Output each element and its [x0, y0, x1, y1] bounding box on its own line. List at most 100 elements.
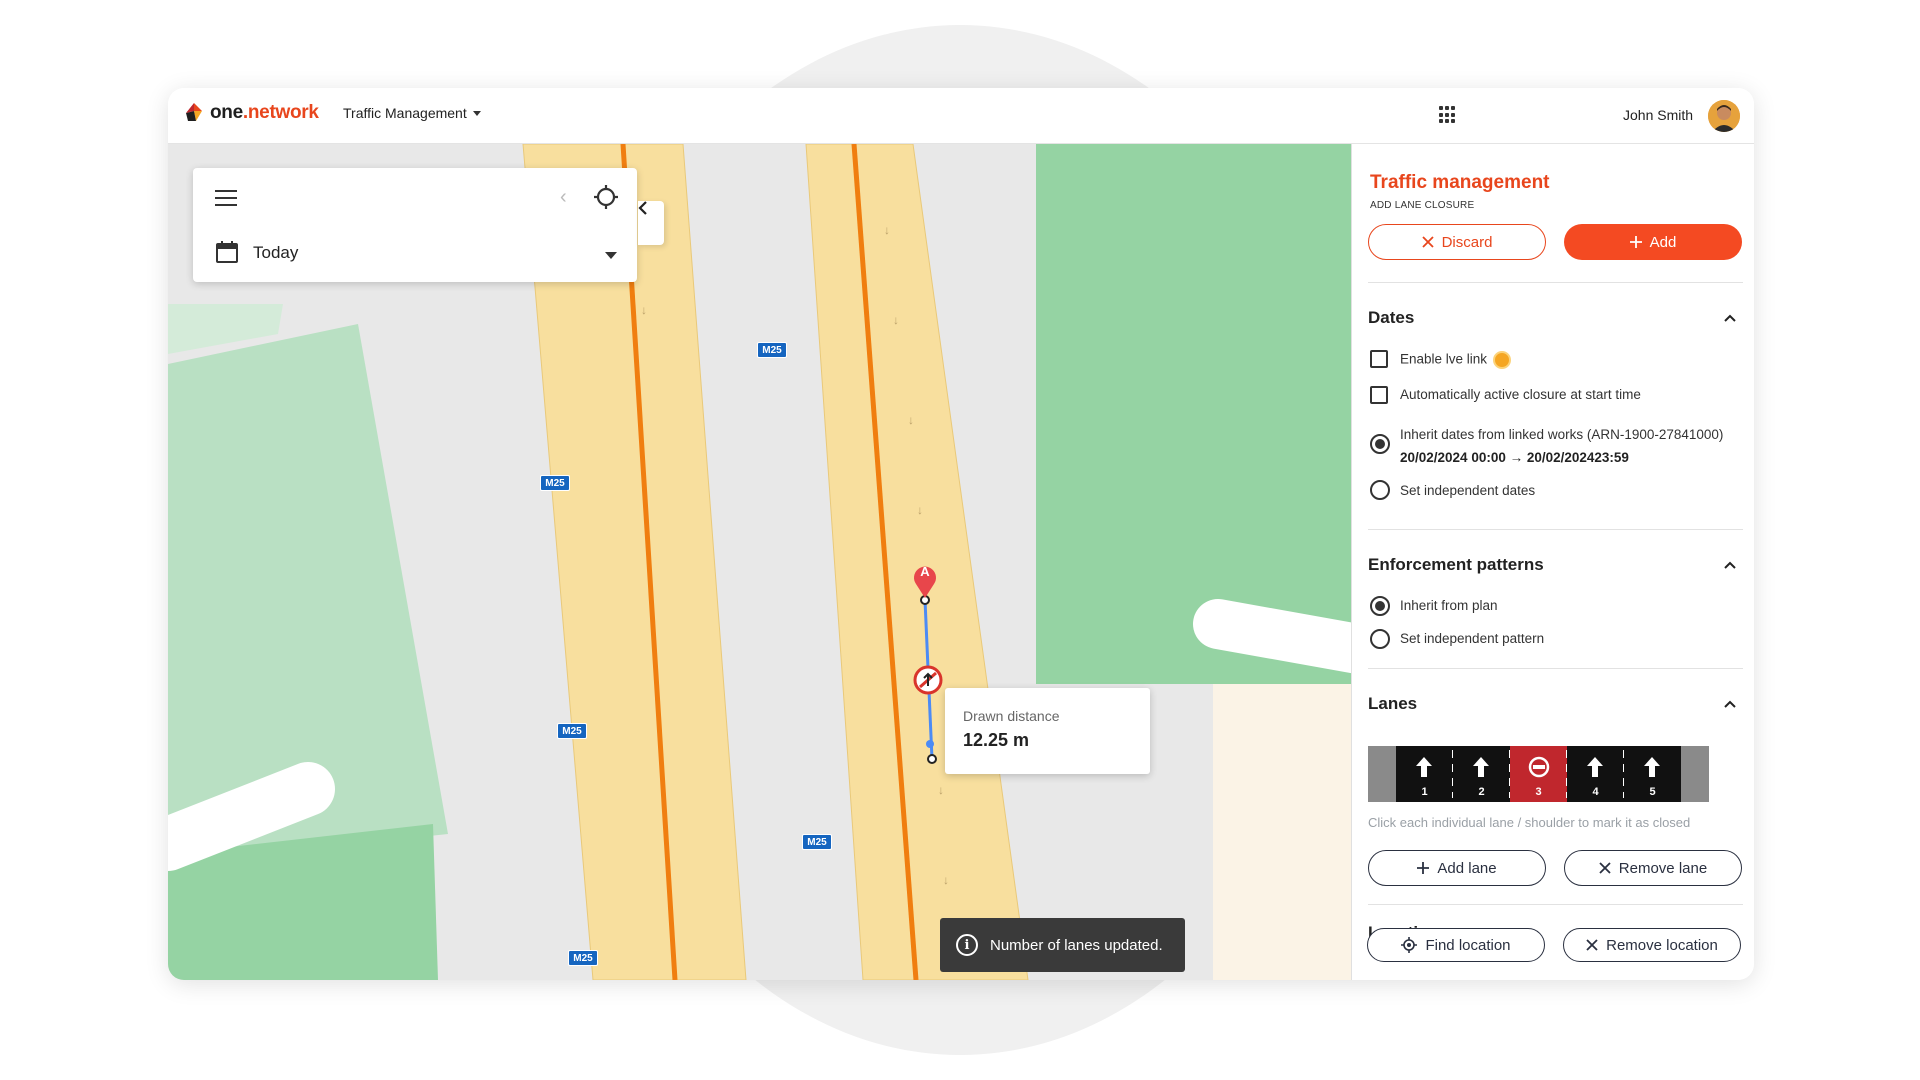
independent-pattern-label: Set independent pattern	[1400, 631, 1545, 646]
chevron-left-icon[interactable]: ‹	[560, 186, 567, 209]
road-shield-m25: M25	[802, 834, 832, 850]
drawn-distance-card: Drawn distance 12.25 m	[945, 688, 1150, 774]
chevron-up-icon[interactable]	[1724, 559, 1736, 571]
road-shield-m25: M25	[568, 950, 598, 966]
lanes-hint: Click each individual lane / shoulder to…	[1368, 815, 1691, 830]
lane-number: 4	[1592, 786, 1599, 798]
add-button[interactable]: Add	[1564, 224, 1742, 260]
user-name[interactable]: John Smith	[1623, 107, 1693, 123]
svg-text:↓: ↓	[641, 303, 647, 317]
distance-label: Drawn distance	[963, 708, 1060, 724]
logo[interactable]: one.network	[182, 101, 319, 125]
auto-activate-checkbox[interactable]	[1370, 386, 1388, 404]
enable-live-link-text: Enable lve link	[1400, 351, 1488, 367]
coin-icon	[1493, 351, 1512, 369]
road-shield-m25: M25	[540, 475, 570, 491]
marker-a-label[interactable]: A	[916, 564, 934, 579]
remove-lane-button[interactable]: Remove lane	[1564, 850, 1742, 886]
close-icon	[1599, 862, 1611, 874]
independent-dates-radio[interactable]	[1370, 480, 1390, 500]
logo-mark-icon	[182, 101, 206, 125]
enable-live-link-checkbox[interactable]	[1370, 350, 1388, 368]
app-window: one.network Traffic Management John Smit…	[168, 88, 1754, 980]
lane-2[interactable]: 2	[1453, 746, 1511, 802]
lane-number: 3	[1535, 786, 1542, 798]
app-switcher[interactable]: Traffic Management	[343, 105, 481, 121]
remove-location-button[interactable]: Remove location	[1563, 928, 1741, 962]
find-location-label: Find location	[1425, 936, 1511, 954]
toast-notification: i Number of lanes updated.	[940, 918, 1185, 972]
calendar-icon[interactable]	[215, 240, 239, 264]
inherit-dates-range: 20/02/2024 00:00 → 20/02/202423:59	[1400, 450, 1629, 465]
find-location-button[interactable]: Find location	[1367, 928, 1545, 962]
arrow-up-icon	[1644, 757, 1660, 777]
svg-text:↓: ↓	[893, 313, 899, 327]
map-view[interactable]: ↓ ↓ ↓ ↓ ↓ ↓ ↓ M25 M25 M25 M25 M25 A ‹ To…	[168, 144, 1351, 980]
road-shield-m25: M25	[557, 723, 587, 739]
side-panel: Traffic management ADD LANE CLOSURE Disc…	[1351, 144, 1754, 980]
close-icon	[1586, 939, 1598, 951]
plus-icon	[1417, 862, 1430, 874]
remove-location-label: Remove location	[1606, 936, 1718, 954]
toast-message: Number of lanes updated.	[990, 936, 1163, 954]
add-lane-button[interactable]: Add lane	[1368, 850, 1546, 886]
left-shoulder[interactable]	[1368, 746, 1396, 802]
map-filter-panel: ‹ Today	[193, 168, 637, 282]
divider	[1368, 529, 1743, 530]
enforcement-heading: Enforcement patterns	[1368, 555, 1544, 574]
app-switcher-label: Traffic Management	[343, 105, 467, 121]
caret-down-icon	[472, 110, 481, 116]
no-entry-icon	[1528, 756, 1550, 778]
independent-dates-label: Set independent dates	[1400, 483, 1536, 498]
chevron-left-icon	[638, 201, 647, 215]
crosshair-icon[interactable]	[593, 184, 619, 210]
logo-text-one: one	[210, 102, 243, 123]
distance-value: 12.25 m	[963, 730, 1030, 750]
add-label: Add	[1649, 233, 1677, 251]
divider	[1368, 282, 1743, 283]
avatar[interactable]	[1708, 100, 1740, 132]
arrow-up-icon	[1416, 757, 1432, 777]
inherit-dates-radio[interactable]	[1370, 434, 1390, 454]
inherit-dates-label: Inherit dates from linked works (ARN-190…	[1400, 427, 1724, 442]
svg-text:↓: ↓	[917, 503, 923, 517]
collapse-panel-button[interactable]	[638, 201, 664, 245]
lane-3[interactable]: 3	[1510, 746, 1568, 802]
caret-down-icon[interactable]	[605, 252, 617, 259]
menu-icon[interactable]	[215, 190, 237, 206]
add-lane-label: Add lane	[1437, 859, 1497, 877]
logo-text-network: .network	[242, 102, 319, 123]
panel-subtitle: ADD LANE CLOSURE	[1370, 200, 1475, 211]
inherit-plan-radio[interactable]	[1370, 596, 1390, 616]
chevron-up-icon[interactable]	[1724, 698, 1736, 710]
discard-button[interactable]: Discard	[1368, 224, 1546, 260]
panel-title: Traffic management	[1370, 172, 1550, 193]
divider	[1368, 904, 1743, 905]
top-bar: one.network Traffic Management John Smit…	[168, 88, 1754, 144]
svg-text:↓: ↓	[938, 783, 944, 797]
lane-number: 5	[1649, 786, 1656, 798]
divider	[1368, 668, 1743, 669]
auto-activate-label: Automatically active closure at start ti…	[1400, 387, 1641, 402]
lanes-heading: Lanes	[1368, 694, 1418, 713]
lane-5[interactable]: 5	[1624, 746, 1681, 802]
logo-text: one.network	[210, 102, 319, 124]
dates-heading: Dates	[1368, 308, 1415, 327]
right-shoulder[interactable]	[1681, 746, 1709, 802]
apps-grid-icon[interactable]	[1439, 106, 1457, 124]
lane-diagram: 1 2 3 4 5	[1368, 746, 1713, 802]
road-shield-m25: M25	[757, 342, 787, 358]
chevron-up-icon[interactable]	[1724, 312, 1736, 324]
lane-4[interactable]: 4	[1567, 746, 1625, 802]
discard-label: Discard	[1441, 233, 1493, 251]
independent-pattern-radio[interactable]	[1370, 629, 1390, 649]
lane-number: 1	[1421, 786, 1428, 798]
arrow-up-icon	[1587, 757, 1603, 777]
plus-icon	[1629, 236, 1642, 248]
close-icon	[1421, 236, 1434, 248]
inherit-plan-label: Inherit from plan	[1400, 598, 1498, 613]
info-icon: i	[956, 934, 978, 956]
lane-1[interactable]: 1	[1396, 746, 1454, 802]
enable-live-link-label: Enable lve link	[1400, 351, 1512, 369]
date-filter-value[interactable]: Today	[253, 243, 298, 263]
